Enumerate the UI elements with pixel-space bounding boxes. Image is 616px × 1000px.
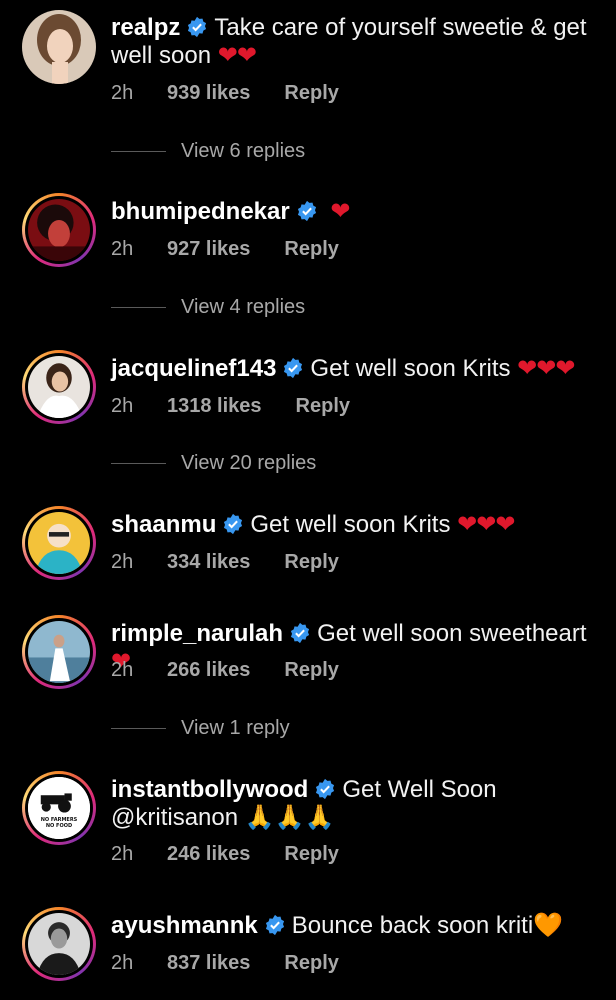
timestamp: 2h	[111, 843, 134, 865]
verified-badge-icon	[222, 513, 244, 535]
view-replies-button[interactable]: View 20 replies	[111, 452, 316, 475]
username[interactable]: rimple_narulah	[111, 620, 283, 647]
view-replies-button[interactable]: View 6 replies	[111, 140, 305, 163]
likes-count[interactable]: 266 likes	[167, 659, 250, 682]
verified-badge-icon	[186, 16, 208, 38]
reply-button[interactable]: Reply	[284, 952, 338, 975]
heart-emoji: ❤❤	[217, 42, 257, 69]
pray-emoji: 🙏🙏🙏	[244, 804, 335, 831]
username[interactable]: shaanmu	[111, 511, 216, 538]
comment-body: Get well soon Krits	[310, 355, 511, 382]
timestamp: 2h	[111, 551, 134, 573]
heart-emoji: ❤❤❤	[517, 355, 575, 382]
svg-text:NO FARMERS: NO FARMERS	[41, 817, 78, 823]
comment-meta: 2h 1318 likes Reply	[111, 395, 350, 418]
comment-meta: 2h 266 likes Reply	[111, 659, 339, 682]
reply-button[interactable]: Reply	[284, 659, 338, 682]
likes-count[interactable]: 334 likes	[167, 551, 250, 574]
timestamp: 2h	[111, 238, 134, 260]
timestamp: 2h	[111, 395, 134, 417]
username[interactable]: realpz	[111, 14, 180, 41]
likes-count[interactable]: 837 likes	[167, 952, 250, 975]
comment-body: Get well soon sweetheart	[317, 620, 587, 647]
view-replies-label[interactable]: View 6 replies	[181, 140, 305, 163]
avatar[interactable]	[22, 10, 96, 84]
view-replies-button[interactable]: View 4 replies	[111, 296, 305, 319]
likes-count[interactable]: 927 likes	[167, 238, 250, 261]
svg-text:NO FOOD: NO FOOD	[46, 823, 72, 829]
username[interactable]: bhumipednekar	[111, 198, 290, 225]
comment-text: shaanmu Get well soon Krits ❤❤❤	[111, 511, 608, 539]
divider	[111, 307, 166, 308]
verified-badge-icon	[296, 200, 318, 222]
comment-text: realpz Take care of yourself sweetie & ge…	[111, 14, 608, 70]
comment-text: jacquelinef143 Get well soon Krits ❤❤❤	[111, 355, 608, 383]
comment-meta: 2h 939 likes Reply	[111, 82, 339, 105]
verified-badge-icon	[314, 778, 336, 800]
view-replies-button[interactable]: View 1 reply	[111, 717, 290, 740]
comment-meta: 2h 334 likes Reply	[111, 551, 339, 574]
avatar[interactable]	[22, 907, 96, 981]
reply-button[interactable]: Reply	[296, 395, 350, 418]
comment-body: Bounce back soon kriti	[291, 912, 534, 939]
timestamp: 2h	[111, 952, 134, 974]
comment-meta: 2h 927 likes Reply	[111, 238, 339, 261]
reply-button[interactable]: Reply	[284, 551, 338, 574]
timestamp: 2h	[111, 82, 134, 104]
username[interactable]: jacquelinef143	[111, 355, 276, 382]
comment-text: instantbollywood Get Well Soon @kritisano…	[111, 776, 608, 832]
divider	[111, 151, 166, 152]
heart-emoji: ❤❤❤	[457, 511, 515, 538]
comment-body: Get well soon Krits	[250, 511, 451, 538]
view-replies-label[interactable]: View 1 reply	[181, 717, 290, 740]
comment-body: Take care of yourself sweetie & get well…	[111, 14, 587, 69]
orange-heart-emoji: 🧡	[533, 912, 563, 939]
comment-meta: 2h 246 likes Reply	[111, 843, 339, 866]
verified-badge-icon	[289, 622, 311, 644]
verified-badge-icon	[264, 914, 286, 936]
comment-text: bhumipednekar ❤	[111, 198, 608, 226]
reply-button[interactable]: Reply	[284, 238, 338, 261]
timestamp: 2h	[111, 659, 134, 681]
avatar[interactable]	[22, 350, 96, 424]
username[interactable]: instantbollywood	[111, 776, 308, 803]
username[interactable]: ayushmannk	[111, 912, 258, 939]
comment-meta: 2h 837 likes Reply	[111, 952, 339, 975]
reply-button[interactable]: Reply	[284, 843, 338, 866]
reply-button[interactable]: Reply	[284, 82, 338, 105]
likes-count[interactable]: 1318 likes	[167, 395, 262, 418]
avatar[interactable]	[22, 615, 96, 689]
likes-count[interactable]: 246 likes	[167, 843, 250, 866]
avatar[interactable]	[22, 506, 96, 580]
view-replies-label[interactable]: View 20 replies	[181, 452, 316, 475]
likes-count[interactable]: 939 likes	[167, 82, 250, 105]
comment-text: ayushmannk Bounce back soon kriti🧡	[111, 912, 608, 940]
heart-emoji: ❤	[330, 198, 350, 225]
avatar[interactable]: NO FARMERS NO FOOD	[22, 771, 96, 845]
view-replies-label[interactable]: View 4 replies	[181, 296, 305, 319]
avatar[interactable]	[22, 193, 96, 267]
verified-badge-icon	[282, 357, 304, 379]
divider	[111, 728, 166, 729]
divider	[111, 463, 166, 464]
